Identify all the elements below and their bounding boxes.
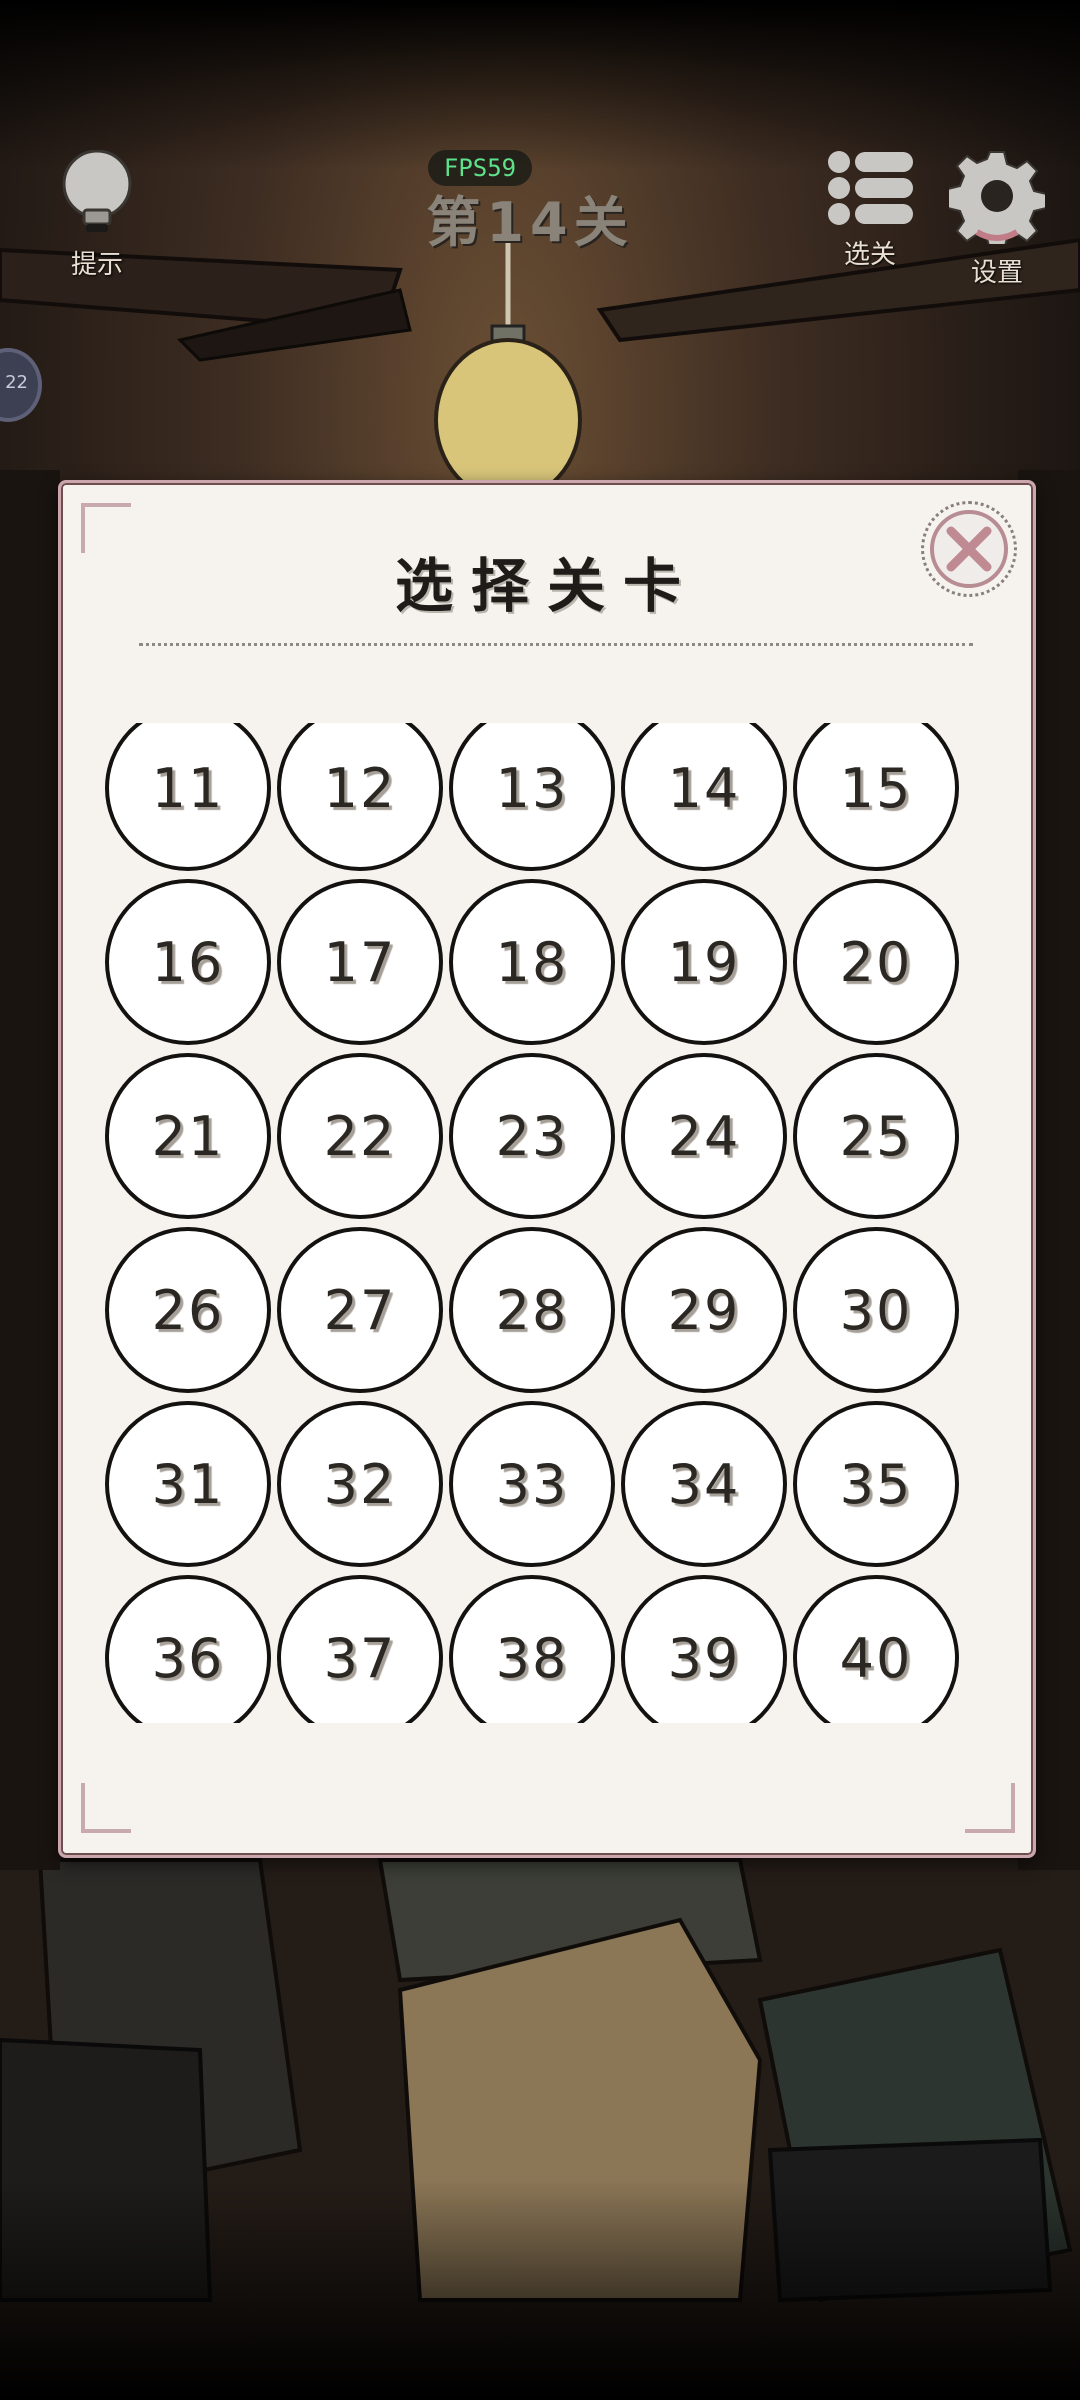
corner-decoration [965, 1783, 1015, 1833]
level-number: 32 [323, 1452, 397, 1516]
level-button[interactable]: 22 [277, 1053, 443, 1219]
level-number: 30 [839, 1278, 913, 1342]
level-number: 14 [667, 756, 741, 820]
level-number: 23 [495, 1104, 569, 1168]
level-button[interactable]: 16 [105, 879, 271, 1045]
level-number: 12 [323, 756, 397, 820]
level-number: 24 [667, 1104, 741, 1168]
level-button[interactable]: 29 [621, 1227, 787, 1393]
level-button[interactable]: 30 [793, 1227, 959, 1393]
level-button[interactable]: 24 [621, 1053, 787, 1219]
level-button[interactable]: 12 [277, 723, 443, 871]
settings-button[interactable]: 设置 [942, 148, 1052, 289]
level-number: 26 [151, 1278, 225, 1342]
level-number: 25 [839, 1104, 913, 1168]
level-number: 38 [495, 1626, 569, 1690]
level-button[interactable]: 26 [105, 1227, 271, 1393]
level-number: 15 [839, 756, 913, 820]
level-number: 29 [667, 1278, 741, 1342]
level-button[interactable]: 35 [793, 1401, 959, 1567]
level-number: 40 [839, 1626, 913, 1690]
level-button[interactable]: 39 [621, 1575, 787, 1723]
level-button[interactable]: 40 [793, 1575, 959, 1723]
corner-decoration [81, 1783, 131, 1833]
level-number: 16 [151, 930, 225, 994]
level-number: 19 [667, 930, 741, 994]
level-number: 18 [495, 930, 569, 994]
level-button[interactable]: 17 [277, 879, 443, 1045]
level-button[interactable]: 11 [105, 723, 271, 871]
settings-label: 设置 [970, 258, 1023, 288]
level-number: 36 [151, 1626, 225, 1690]
level-button[interactable]: 28 [449, 1227, 615, 1393]
dialog-title: 选择关卡 [394, 552, 699, 620]
level-number: 33 [495, 1452, 569, 1516]
level-button[interactable]: 23 [449, 1053, 615, 1219]
level-number: 35 [839, 1452, 913, 1516]
side-tab-label: 22 [5, 372, 28, 393]
level-button[interactable]: 13 [449, 723, 615, 871]
title-divider [139, 643, 973, 646]
level-number: 31 [151, 1452, 225, 1516]
level-select-label: 选关 [843, 240, 896, 270]
level-number: 13 [495, 756, 569, 820]
hint-label: 提示 [70, 250, 123, 280]
level-button[interactable]: 14 [621, 723, 787, 871]
level-button[interactable]: 19 [621, 879, 787, 1045]
level-button[interactable]: 32 [277, 1401, 443, 1567]
game-screen: 提示 FPS59 第14关 选关 设置 22 选择关卡 11 12 13 14 … [0, 0, 1080, 2400]
level-number: 17 [323, 930, 397, 994]
level-button[interactable]: 20 [793, 879, 959, 1045]
hint-button[interactable]: 提示 [52, 149, 142, 281]
level-number: 21 [151, 1104, 225, 1168]
level-number: 20 [839, 930, 913, 994]
level-button[interactable]: 18 [449, 879, 615, 1045]
level-number: 39 [667, 1626, 741, 1690]
level-number: 28 [495, 1278, 569, 1342]
level-button[interactable]: 21 [105, 1053, 271, 1219]
level-select-dialog: 选择关卡 11 12 13 14 15 16 17 18 19 20 21 22 23 24 25 26 27 2… [58, 480, 1036, 1858]
level-button[interactable]: 38 [449, 1575, 615, 1723]
level-number: 22 [323, 1104, 397, 1168]
level-number: 11 [151, 756, 225, 820]
level-select-button[interactable]: 选关 [820, 150, 920, 271]
close-button[interactable] [921, 501, 1017, 597]
lightbulb-icon [62, 149, 132, 232]
level-button[interactable]: 25 [793, 1053, 959, 1219]
list-icon [828, 151, 913, 225]
level-button[interactable]: 15 [793, 723, 959, 871]
level-number: 27 [323, 1278, 397, 1342]
level-grid[interactable]: 11 12 13 14 15 16 17 18 19 20 21 22 23 24 25 26 27 28 29 30… [105, 723, 985, 1723]
level-button[interactable]: 37 [277, 1575, 443, 1723]
level-button[interactable]: 36 [105, 1575, 271, 1723]
level-button[interactable]: 34 [621, 1401, 787, 1567]
level-button[interactable]: 31 [105, 1401, 271, 1567]
level-button[interactable]: 33 [449, 1401, 615, 1567]
level-number: 34 [667, 1452, 741, 1516]
gear-icon [947, 151, 1047, 251]
close-icon [946, 526, 992, 572]
current-level-title: 第14关 [426, 191, 634, 254]
level-number: 37 [323, 1626, 397, 1690]
level-button[interactable]: 27 [277, 1227, 443, 1393]
